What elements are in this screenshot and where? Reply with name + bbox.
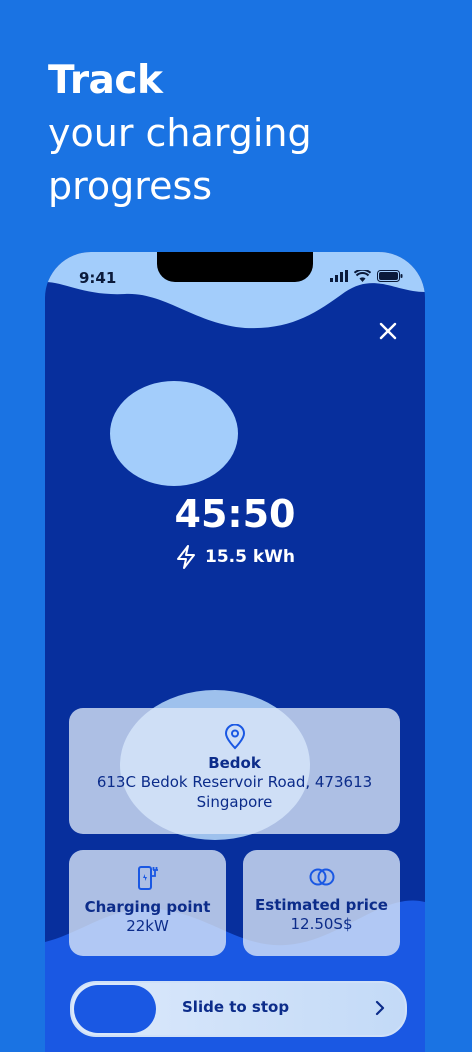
- headline-line-1: Track: [48, 58, 163, 103]
- lightning-icon: [176, 545, 195, 569]
- wifi-icon: [354, 270, 371, 282]
- headline-line-3: progress: [48, 164, 213, 208]
- headline: Track your charging progress: [48, 54, 312, 213]
- slide-to-stop-slider[interactable]: Slide to stop: [70, 981, 407, 1037]
- status-icons: [330, 270, 403, 282]
- coins-icon: [309, 868, 334, 886]
- phone-notch: [157, 252, 313, 282]
- energy-value: 15.5 kWh: [204, 547, 296, 567]
- phone-frame: 9:41 45:50 15.5 kWh Bedok 613C Bedok Res…: [45, 252, 425, 1052]
- charging-point-label: Charging point: [84, 898, 211, 916]
- slider-label: Slide to stop: [182, 998, 290, 1016]
- charging-timer: 45:50: [174, 492, 296, 536]
- chevron-right-icon: [375, 1000, 385, 1016]
- headline-line-2: your charging: [48, 111, 312, 155]
- estimated-price-card: Estimated price 12.50S$: [243, 850, 400, 956]
- location-pin-icon: [224, 724, 245, 750]
- charging-point-card: Charging point 22kW: [69, 850, 226, 956]
- status-time: 9:41: [79, 269, 117, 287]
- charger-icon: [137, 866, 158, 890]
- charging-point-value: 22kW: [126, 917, 169, 935]
- location-card: Bedok 613C Bedok Reservoir Road, 473613 …: [69, 708, 400, 834]
- bubble-decoration: [110, 381, 238, 486]
- energy-readout: 15.5 kWh: [45, 545, 425, 569]
- battery-icon: [377, 270, 403, 282]
- signal-icon: [330, 270, 348, 282]
- close-icon[interactable]: [375, 318, 401, 344]
- location-address: 613C Bedok Reservoir Road, 473613: [96, 773, 373, 791]
- estimated-price-value: 12.50S$: [290, 915, 353, 933]
- estimated-price-label: Estimated price: [255, 896, 388, 914]
- location-country: Singapore: [196, 793, 273, 811]
- location-name: Bedok: [208, 754, 261, 772]
- slider-knob[interactable]: [74, 985, 156, 1033]
